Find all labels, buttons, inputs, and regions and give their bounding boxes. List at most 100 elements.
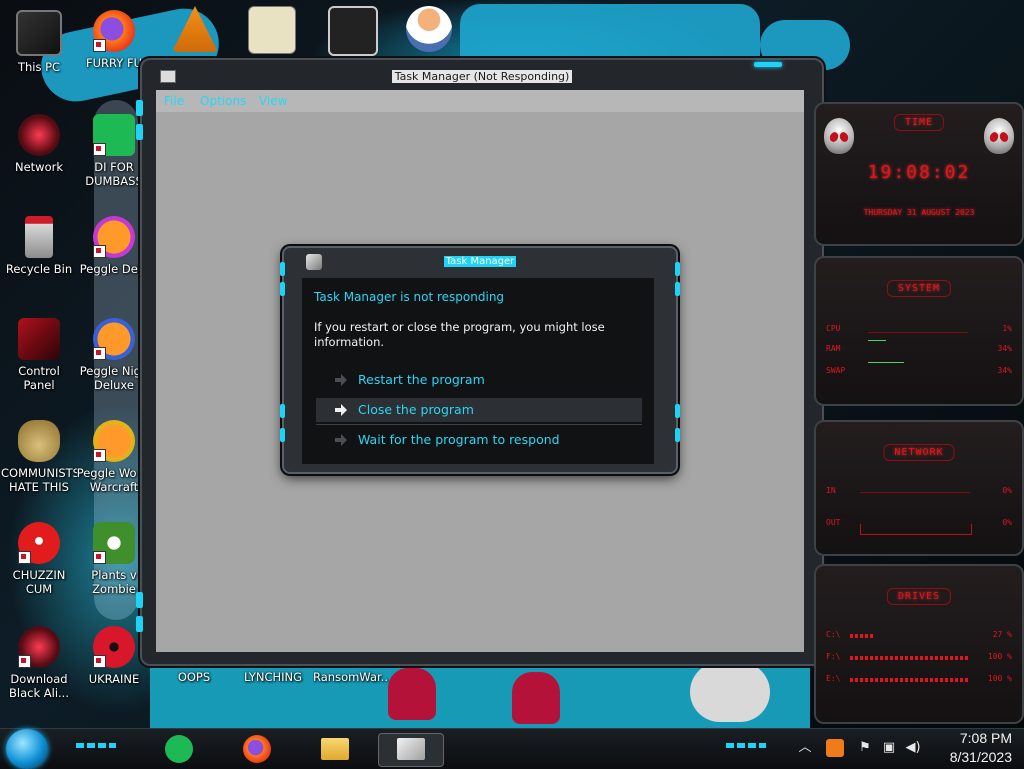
flag-icon[interactable]: ⚑ bbox=[856, 739, 874, 757]
alien-icon bbox=[18, 626, 60, 668]
control-panel-icon bbox=[18, 318, 60, 360]
window-titlebar[interactable]: Task Manager (Not Responding) bbox=[142, 60, 822, 90]
wait-program-button[interactable]: Wait for the program to respond bbox=[316, 428, 642, 452]
network-in-graph bbox=[860, 492, 970, 493]
taskbar: ︿ ⚑ ▣ ◀) 7:08 PM 8/31/2023 bbox=[0, 728, 1024, 769]
chevron-up-icon[interactable]: ︿ bbox=[796, 739, 814, 757]
frame-accent bbox=[136, 616, 143, 632]
widget-date: THURSDAY 31 AUGUST 2023 bbox=[863, 208, 975, 217]
network-widget-title: NETWORK bbox=[883, 444, 955, 461]
spotify-icon bbox=[93, 114, 135, 156]
firefox-icon bbox=[243, 735, 271, 763]
wallpaper-figure bbox=[690, 662, 770, 722]
widget-clock: 19:08:02 bbox=[867, 162, 971, 183]
graph-baseline bbox=[868, 332, 968, 333]
time-widget-title: TIME bbox=[893, 114, 945, 131]
desktop-icon-download-black-alien[interactable]: Download Black Ali... bbox=[1, 626, 77, 700]
taskbar-file-explorer[interactable] bbox=[318, 733, 352, 765]
desktop-icon-communists[interactable]: COMMUNISTS HATE THIS G... bbox=[1, 420, 77, 496]
hxd-icon[interactable] bbox=[248, 6, 296, 54]
ram-row: RAM 34% bbox=[826, 344, 1012, 353]
wallpaper-shoe bbox=[512, 672, 560, 724]
ram-graph bbox=[868, 340, 886, 341]
desktop-icon-furry[interactable]: FURRY FU bbox=[76, 10, 152, 70]
money-bag-icon bbox=[18, 420, 60, 462]
window-title: Task Manager (Not Responding) bbox=[142, 70, 822, 83]
drives-widget: DRIVES C:\ 27 % F:\ 100 % E:\ 100 % bbox=[814, 564, 1024, 724]
taskbar-accent bbox=[726, 743, 766, 748]
not-responding-dialog[interactable]: Task Manager Task Manager is not respond… bbox=[280, 246, 680, 474]
spotify-icon bbox=[165, 735, 193, 763]
system-widget-title: SYSTEM bbox=[886, 280, 952, 297]
frame-accent bbox=[280, 282, 285, 296]
taskbar-accent bbox=[76, 743, 116, 748]
radiation-icon bbox=[93, 626, 135, 668]
frame-accent bbox=[280, 404, 285, 418]
swap-graph bbox=[868, 362, 904, 363]
desktop: This PC FURRY FU Network DI FOR DUMBASS … bbox=[0, 0, 1024, 730]
drive-e-bar bbox=[850, 678, 970, 682]
doctor-icon[interactable] bbox=[406, 6, 452, 52]
cpu-row: CPU 1% bbox=[826, 324, 1012, 333]
taskbar-firefox[interactable] bbox=[240, 733, 274, 765]
system-widget: SYSTEM CPU 1% RAM 34% SWAP 34% bbox=[814, 256, 1024, 406]
taskbar-clock[interactable]: 7:08 PM 8/31/2023 bbox=[950, 729, 1012, 767]
task-manager-icon bbox=[397, 738, 425, 760]
wallpaper-shoe bbox=[388, 668, 436, 720]
network-out-graph bbox=[860, 524, 972, 535]
clock-date: 8/31/2023 bbox=[949, 749, 1012, 765]
close-program-button[interactable]: Close the program bbox=[316, 398, 642, 422]
frame-accent bbox=[136, 100, 143, 116]
frame-accent bbox=[136, 124, 143, 140]
restart-program-button[interactable]: Restart the program bbox=[316, 368, 642, 392]
arrow-right-icon bbox=[335, 434, 347, 446]
menu-options[interactable]: Options bbox=[200, 94, 246, 108]
volume-icon[interactable]: ◀) bbox=[904, 739, 922, 757]
divider bbox=[316, 424, 642, 425]
plants-vs-zombies-icon bbox=[93, 522, 135, 564]
frame-accent bbox=[280, 262, 285, 276]
dialog-message: If you restart or close the program, you… bbox=[314, 320, 605, 349]
peggle-icon bbox=[93, 318, 135, 360]
peggle-icon bbox=[93, 420, 135, 462]
chuzzle-icon bbox=[18, 522, 60, 564]
alien-icon bbox=[824, 118, 854, 154]
titlebar-accent bbox=[754, 62, 782, 67]
computer-icon bbox=[16, 10, 62, 56]
frame-accent bbox=[675, 428, 680, 442]
desktop-icon-recycle-bin[interactable]: Recycle Bin bbox=[1, 216, 77, 276]
frame-accent bbox=[675, 262, 680, 276]
menu-bar: File Options View bbox=[156, 90, 804, 112]
network-in-row: IN 0% bbox=[826, 486, 1012, 495]
fire-icon[interactable] bbox=[826, 739, 844, 757]
recycle-bin-icon bbox=[25, 216, 53, 258]
swap-row: SWAP 34% bbox=[826, 366, 1012, 375]
desktop-widgets: TIME 19:08:02 THURSDAY 31 AUGUST 2023 SY… bbox=[814, 102, 1024, 724]
taskbar-task-manager[interactable] bbox=[378, 733, 444, 767]
dialog-heading: Task Manager is not responding bbox=[314, 290, 505, 304]
taskbar-spotify[interactable] bbox=[162, 733, 196, 765]
start-button[interactable] bbox=[6, 729, 48, 769]
menu-view[interactable]: View bbox=[259, 94, 287, 108]
desktop-icon-network[interactable]: Network bbox=[1, 114, 77, 174]
drives-widget-title: DRIVES bbox=[886, 588, 952, 605]
app-icon[interactable] bbox=[328, 6, 378, 56]
frame-accent bbox=[675, 282, 680, 296]
network-icon[interactable]: ▣ bbox=[880, 739, 898, 757]
folder-icon bbox=[321, 738, 349, 760]
frame-accent bbox=[675, 404, 680, 418]
drive-f-bar bbox=[850, 656, 970, 660]
frame-accent bbox=[280, 428, 285, 442]
desktop-icon-this-pc[interactable]: This PC bbox=[1, 10, 77, 74]
menu-file[interactable]: File bbox=[164, 94, 184, 108]
desktop-icon-control-panel[interactable]: Control Panel bbox=[1, 318, 77, 392]
dialog-body: Task Manager is not responding If you re… bbox=[302, 278, 654, 464]
network-widget: NETWORK IN 0% OUT 0% bbox=[814, 420, 1024, 556]
arrow-right-icon bbox=[335, 374, 347, 386]
desktop-icon-chuzzin[interactable]: CHUZZIN CUM bbox=[1, 522, 77, 596]
frame-accent bbox=[136, 592, 143, 608]
alien-network-icon bbox=[18, 114, 60, 156]
arrow-right-icon bbox=[335, 404, 347, 416]
alien-icon bbox=[984, 118, 1014, 154]
drive-c-bar bbox=[850, 634, 874, 638]
